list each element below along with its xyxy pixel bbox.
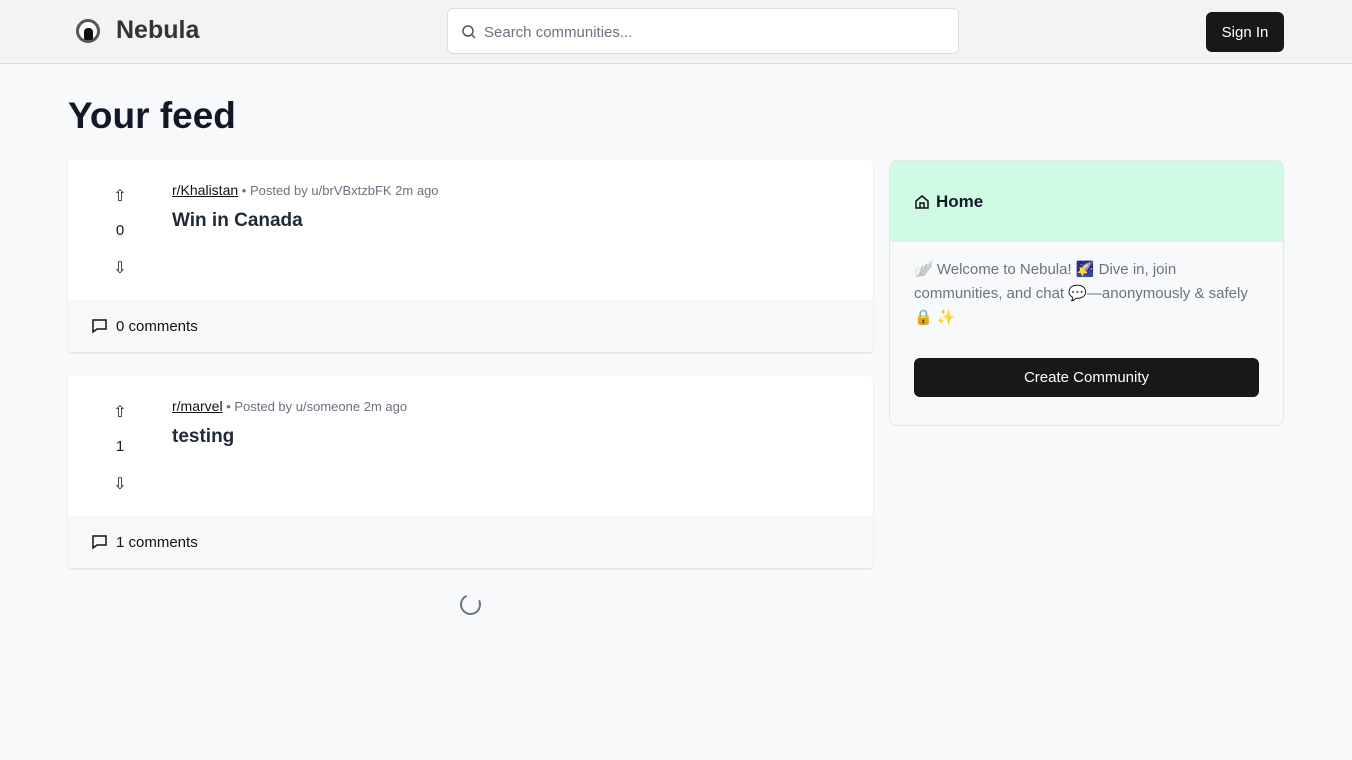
home-icon xyxy=(915,195,929,209)
vote-score: 0 xyxy=(115,222,125,239)
upvote-button[interactable]: ⇧ xyxy=(108,402,132,422)
comments-link[interactable]: 0 comments xyxy=(68,300,873,352)
community-link[interactable]: r/marvel xyxy=(172,398,223,414)
vote-score: 1 xyxy=(115,438,125,455)
top-nav: Nebula Sign In xyxy=(0,0,1352,64)
downvote-button[interactable]: ⇩ xyxy=(108,258,132,278)
upvote-button[interactable]: ⇧ xyxy=(108,186,132,206)
downvote-button[interactable]: ⇩ xyxy=(108,474,132,494)
post-meta: • Posted by u/someone 2m ago xyxy=(226,399,408,414)
post-meta: • Posted by u/brVBxtzbFK 2m ago xyxy=(241,183,439,198)
nebula-logo-icon[interactable] xyxy=(76,19,100,43)
comment-icon xyxy=(92,535,107,549)
community-link[interactable]: r/Khalistan xyxy=(172,182,238,198)
search-bar[interactable] xyxy=(447,8,959,54)
search-input[interactable] xyxy=(484,21,944,43)
search-icon xyxy=(462,25,476,39)
post-title[interactable]: Win in Canada xyxy=(172,210,303,232)
post-title[interactable]: testing xyxy=(172,426,234,448)
sidebar-description: 🪽 Welcome to Nebula! 🌠 Dive in, join com… xyxy=(914,261,1248,326)
comment-count: 0 comments xyxy=(116,318,198,335)
sidebar-title: Home xyxy=(936,192,984,211)
brand-name[interactable]: Nebula xyxy=(116,16,199,45)
post-card[interactable]: ⇧ 1 ⇩ r/marvel • Posted by u/someone 2m … xyxy=(68,376,873,568)
create-community-button[interactable]: Create Community xyxy=(914,358,1259,397)
comment-icon xyxy=(92,319,107,333)
home-sidebar-card: Home 🪽 Welcome to Nebula! 🌠 Dive in, joi… xyxy=(889,160,1284,426)
comment-count: 1 comments xyxy=(116,534,198,551)
page-title: Your feed xyxy=(68,95,236,136)
post-card[interactable]: ⇧ 0 ⇩ r/Khalistan • Posted by u/brVBxtzb… xyxy=(68,160,873,352)
loading-spinner-icon xyxy=(457,591,484,618)
comments-link[interactable]: 1 comments xyxy=(68,516,873,568)
sign-in-button[interactable]: Sign In xyxy=(1206,12,1284,52)
